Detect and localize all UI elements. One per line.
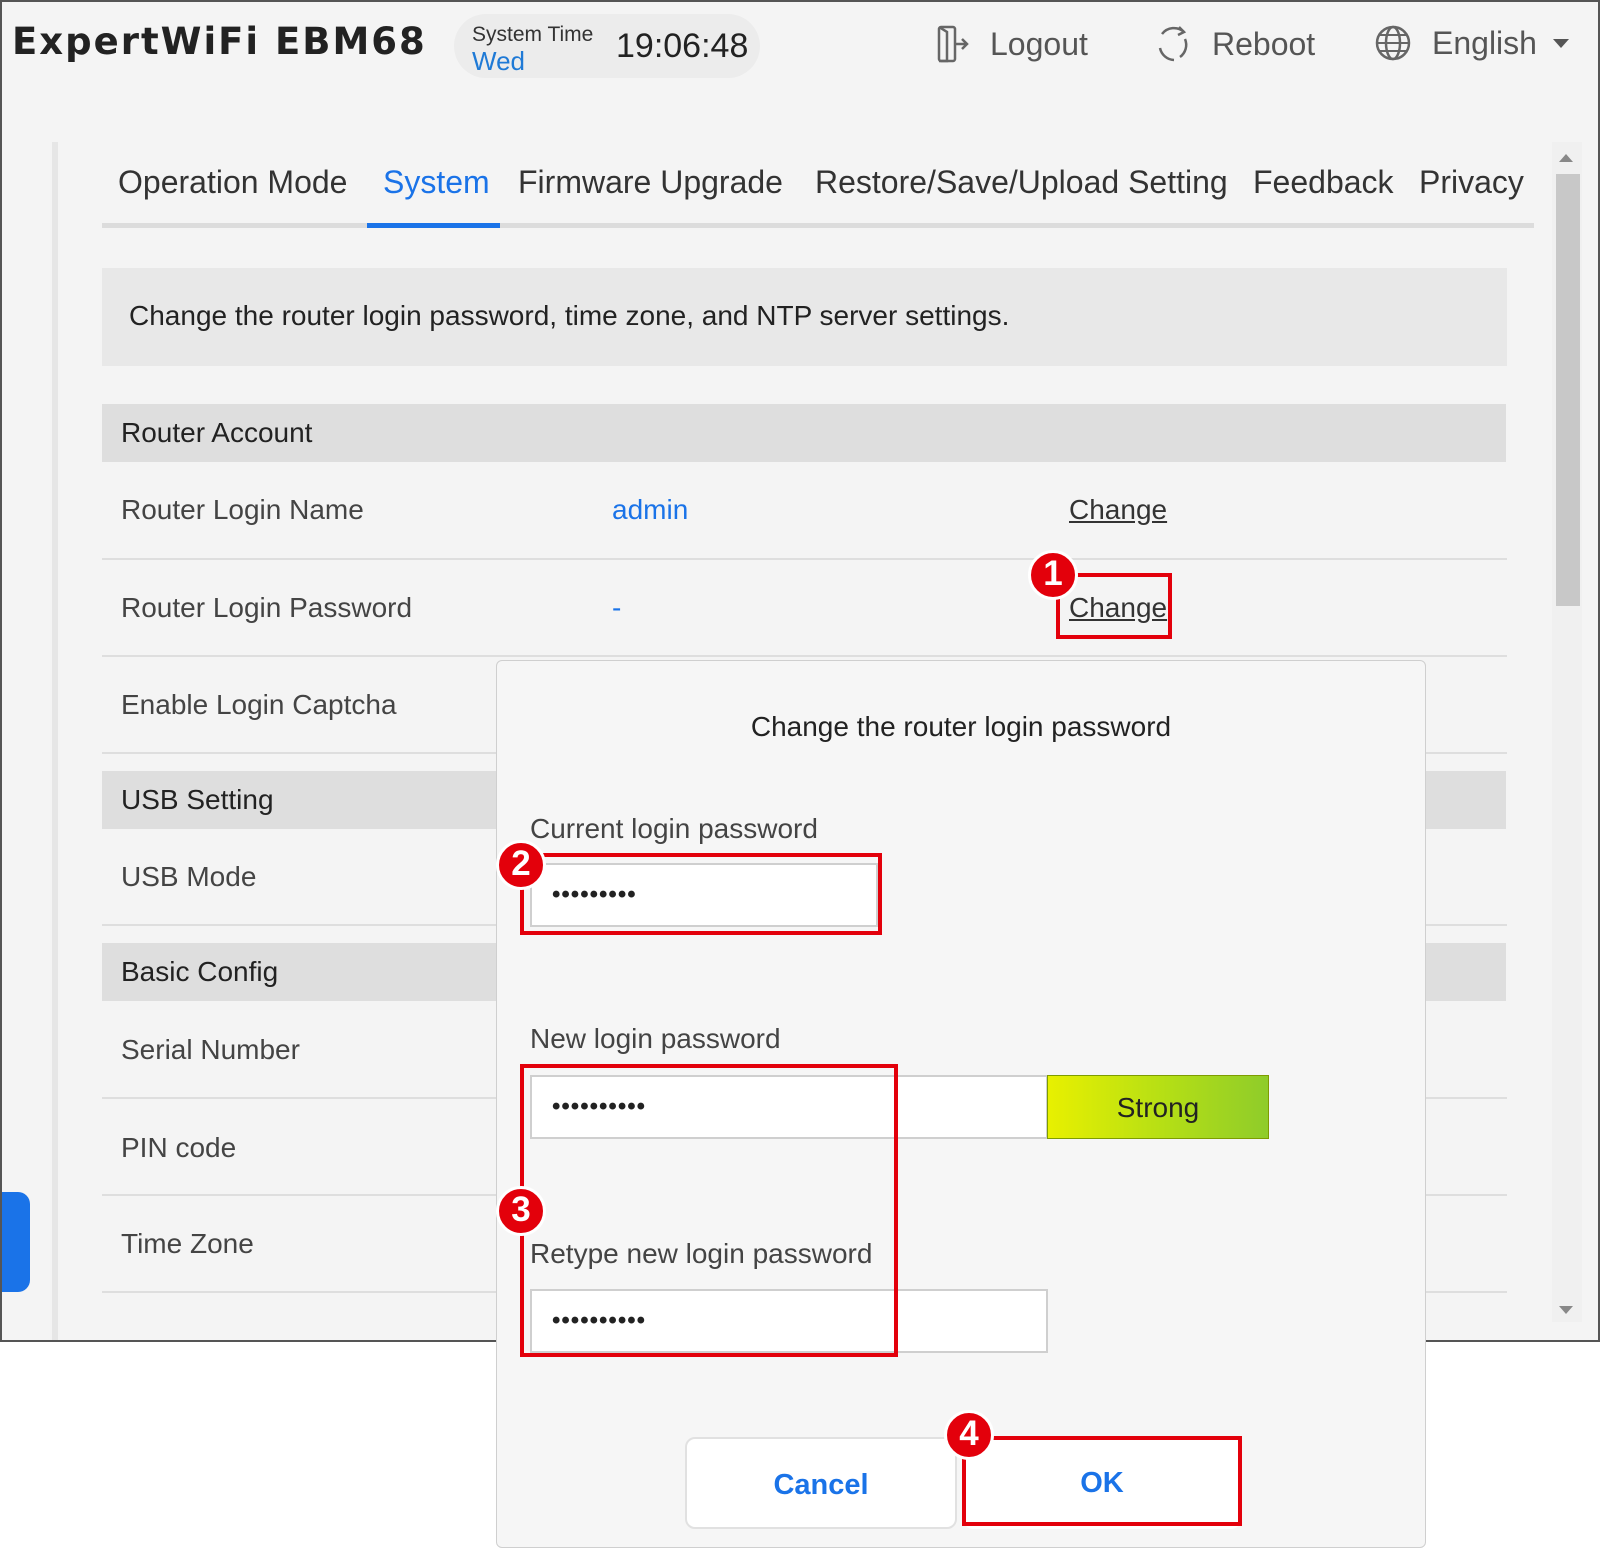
usb-mode-label: USB Mode bbox=[121, 861, 257, 892]
tab-privacy[interactable]: Privacy bbox=[1419, 164, 1524, 201]
scroll-up-arrow-icon[interactable] bbox=[1559, 154, 1573, 162]
reboot-button[interactable]: Reboot bbox=[1154, 24, 1315, 64]
retype-password-label: Retype new login password bbox=[530, 1238, 873, 1269]
globe-icon bbox=[1375, 25, 1411, 61]
system-time-clock: 19:06:48 bbox=[616, 27, 749, 65]
step-badge-4: 4 bbox=[944, 1410, 994, 1460]
step-badge-1: 1 bbox=[1028, 550, 1078, 600]
ok-button[interactable]: OK bbox=[963, 1437, 1241, 1529]
reboot-icon bbox=[1158, 26, 1188, 62]
tab-operation-mode[interactable]: Operation Mode bbox=[118, 164, 347, 201]
language-label: English bbox=[1432, 24, 1537, 61]
router-login-password-value: - bbox=[612, 592, 622, 623]
system-time-day: Wed bbox=[472, 46, 525, 76]
time-zone-label: Time Zone bbox=[121, 1228, 254, 1259]
tab-restore-save-upload[interactable]: Restore/Save/Upload Setting bbox=[815, 164, 1228, 201]
scrollbar-thumb[interactable] bbox=[1556, 174, 1580, 606]
cancel-button[interactable]: Cancel bbox=[685, 1437, 957, 1529]
step-badge-3: 3 bbox=[496, 1186, 546, 1236]
dialog-title: Change the router login password bbox=[750, 711, 1172, 742]
pin-code-label: PIN code bbox=[121, 1132, 237, 1163]
retype-password-input[interactable]: •••••••••• bbox=[530, 1289, 1048, 1353]
change-login-password-link[interactable]: Change bbox=[1069, 592, 1167, 624]
system-time-widget: System Time Wed 19:06:48 bbox=[454, 14, 760, 78]
router-login-name-label: Router Login Name bbox=[121, 494, 364, 525]
logout-button[interactable]: Logout bbox=[936, 24, 1088, 64]
new-password-label: New login password bbox=[530, 1023, 781, 1054]
enable-login-captcha-label: Enable Login Captcha bbox=[121, 689, 397, 720]
change-login-name-link[interactable]: Change bbox=[1069, 494, 1167, 526]
tab-system[interactable]: System bbox=[383, 164, 490, 201]
reboot-label: Reboot bbox=[1212, 25, 1316, 62]
tab-firmware-upgrade[interactable]: Firmware Upgrade bbox=[518, 164, 783, 201]
language-selector[interactable]: English bbox=[1374, 24, 1569, 62]
new-password-input[interactable]: •••••••••• bbox=[530, 1075, 1048, 1139]
section-router-account: Router Account bbox=[102, 404, 1506, 462]
brand-logo: ExpertWiFi EBM68 bbox=[12, 20, 427, 63]
logout-label: Logout bbox=[990, 25, 1088, 62]
step-badge-2: 2 bbox=[496, 840, 546, 890]
system-time-label: System Time bbox=[472, 23, 594, 46]
logout-icon bbox=[937, 25, 969, 63]
password-strength-meter: Strong bbox=[1047, 1075, 1269, 1139]
active-tab-indicator bbox=[367, 223, 500, 228]
page-description: Change the router login password, time z… bbox=[102, 268, 1507, 366]
chevron-down-icon bbox=[1552, 38, 1569, 48]
router-login-password-label: Router Login Password bbox=[121, 592, 413, 623]
side-panel-tab[interactable] bbox=[2, 1192, 30, 1292]
router-login-name-value: admin bbox=[612, 494, 689, 525]
current-password-input[interactable]: ••••••••• bbox=[530, 863, 878, 927]
current-password-label: Current login password bbox=[530, 813, 818, 844]
tab-bar: Operation Mode System Firmware Upgrade R… bbox=[102, 142, 1534, 228]
row-router-login-name: Router Login Name admin Change bbox=[102, 462, 1507, 560]
row-router-login-password: Router Login Password - Change bbox=[102, 560, 1507, 657]
tab-feedback[interactable]: Feedback bbox=[1253, 164, 1394, 201]
serial-number-label: Serial Number bbox=[121, 1034, 300, 1065]
left-divider bbox=[52, 142, 58, 1340]
scroll-down-arrow-icon[interactable] bbox=[1559, 1306, 1573, 1314]
top-bar: ExpertWiFi EBM68 System Time Wed 19:06:4… bbox=[2, 2, 1598, 92]
